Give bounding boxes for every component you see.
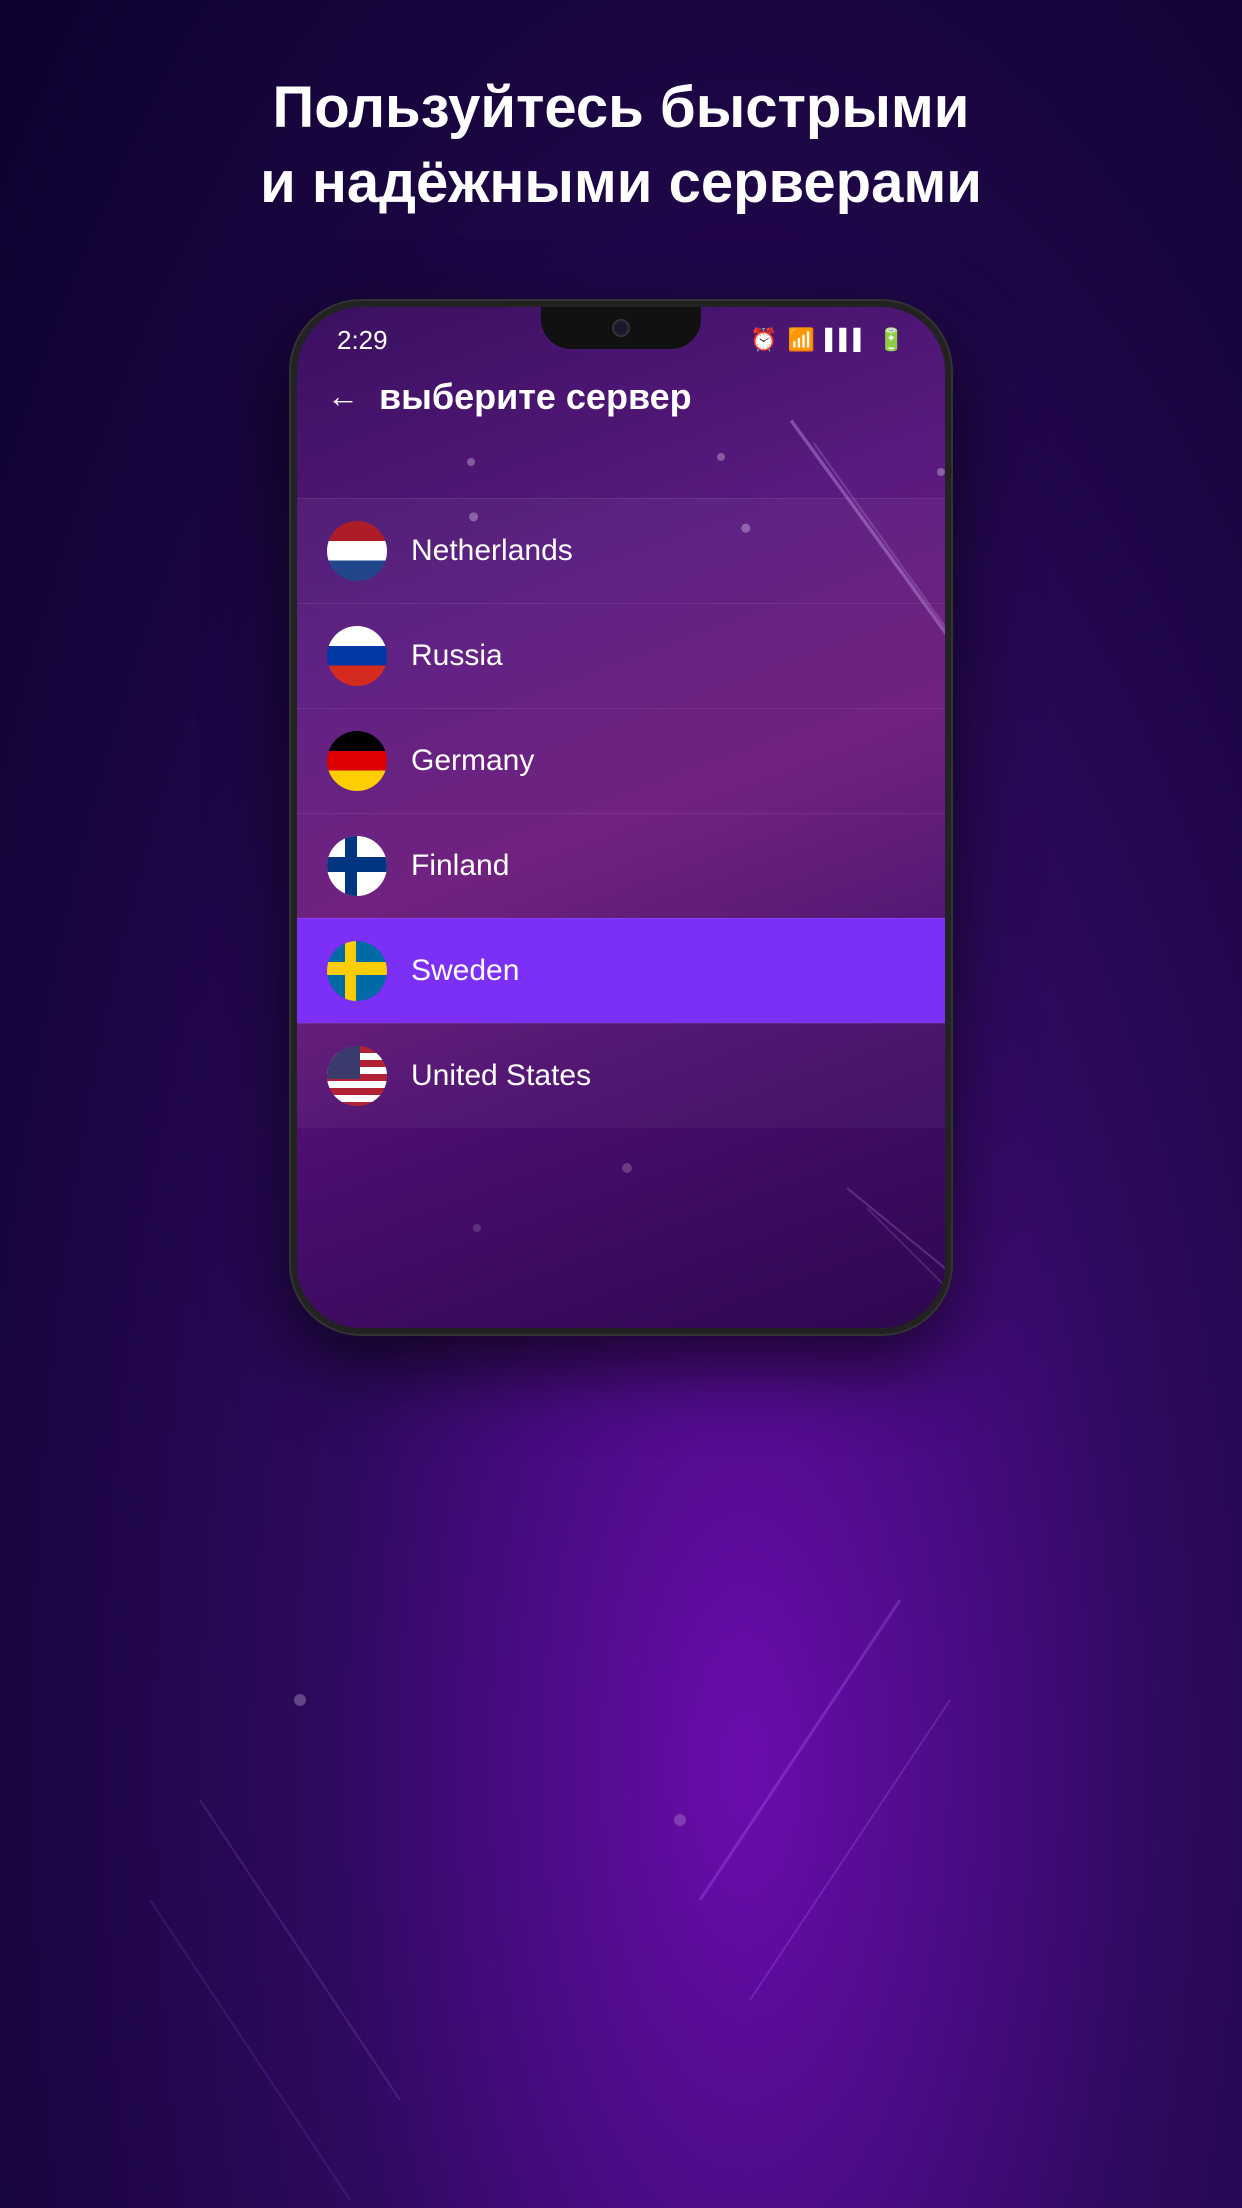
server-name-united-states: United States [411,1059,591,1093]
phone-notch [541,307,701,349]
server-item-finland[interactable]: Finland [297,813,945,918]
server-name-russia: Russia [411,639,503,673]
flag-germany [327,731,387,791]
server-item-germany[interactable]: Germany [297,708,945,813]
server-item-netherlands[interactable]: Netherlands [297,498,945,603]
server-item-sweden[interactable]: Sweden [297,918,945,1023]
server-name-germany: Germany [411,744,534,778]
flag-united-states [327,1046,387,1106]
app-header: ← выберите сервер [297,356,945,438]
signal-icon: ▌▌▌ [825,329,868,352]
flag-finland [327,836,387,896]
decorative-dots [297,438,945,498]
status-icons: ⏰ 📶 ▌▌▌ 🔋 [750,327,905,353]
phone-bottom-area [297,1128,945,1328]
server-name-finland: Finland [411,849,509,883]
alarm-icon: ⏰ [750,327,777,353]
server-item-russia[interactable]: Russia [297,603,945,708]
phone-frame: 2:29 ⏰ 📶 ▌▌▌ 🔋 ← выберите сервер [291,301,951,1334]
wifi-icon: 📶 [788,327,815,353]
server-list: Netherlands Russia Germany Finland [297,498,945,1128]
battery-icon: 🔋 [878,327,905,353]
flag-sweden [327,941,387,1001]
flag-russia [327,626,387,686]
page-headline: Пользуйтесь быстрыми и надёжными сервера… [200,70,1042,221]
server-name-sweden: Sweden [411,954,519,988]
back-button[interactable]: ← [327,378,359,415]
app-title: выберите сервер [379,376,692,418]
flag-netherlands [327,521,387,581]
phone-screen: 2:29 ⏰ 📶 ▌▌▌ 🔋 ← выберите сервер [297,307,945,1328]
camera-dot [612,319,630,337]
status-time: 2:29 [337,325,388,356]
flag-us-canton [327,1046,360,1079]
server-name-netherlands: Netherlands [411,534,573,568]
phone-mockup: 2:29 ⏰ 📶 ▌▌▌ 🔋 ← выберите сервер [291,301,951,1334]
server-item-united-states[interactable]: United States [297,1023,945,1128]
